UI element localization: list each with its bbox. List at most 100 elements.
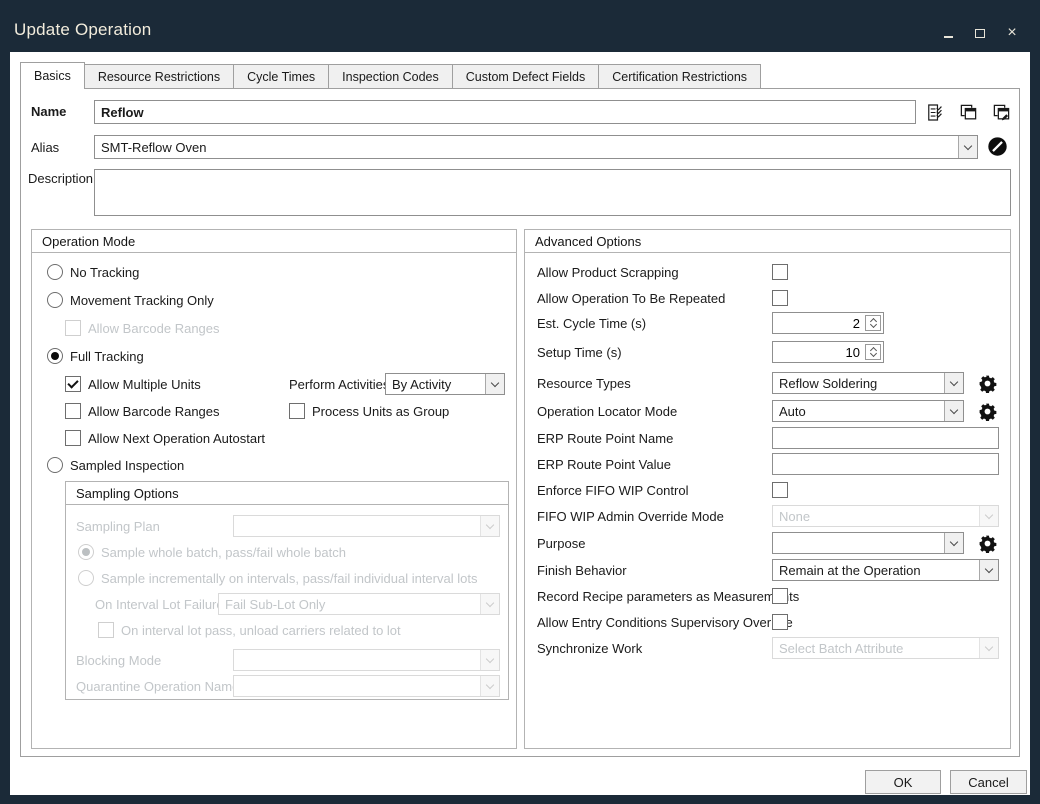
erp-route-point-name-input[interactable] <box>772 427 999 449</box>
checkbox-record-recipe-parameters[interactable] <box>772 588 788 604</box>
tab-certification-restrictions[interactable]: Certification Restrictions <box>598 64 761 89</box>
checkbox-process-units-as-group[interactable] <box>289 403 305 419</box>
synchronize-work-label: Synchronize Work <box>537 641 642 657</box>
copy-icon[interactable] <box>959 103 978 122</box>
allow-product-scrapping-label: Allow Product Scrapping <box>537 265 679 281</box>
setup-time-spinner[interactable] <box>772 341 884 363</box>
operation-locator-mode-dropdown-button[interactable] <box>944 401 963 421</box>
purpose-label: Purpose <box>537 536 585 552</box>
block-icon[interactable] <box>987 136 1008 157</box>
finish-behavior-label: Finish Behavior <box>537 563 627 579</box>
resource-types-label: Resource Types <box>537 376 631 392</box>
minimize-button[interactable] <box>938 24 958 42</box>
on-interval-lot-failure-combobox: Fail Sub-Lot Only <box>218 593 500 615</box>
checkbox-enforce-fifo-wip-control[interactable] <box>772 482 788 498</box>
tab-basics[interactable]: Basics <box>20 62 85 89</box>
chevron-down-icon <box>950 405 958 413</box>
perform-activities-combobox[interactable]: By Activity <box>385 373 505 395</box>
checkbox-allow-operation-to-be-repeated[interactable] <box>772 290 788 306</box>
fifo-wip-admin-override-mode-label: FIFO WIP Admin Override Mode <box>537 509 724 525</box>
gear-icon <box>978 402 997 421</box>
chevron-down-icon <box>486 598 494 606</box>
sampled-inspection-label: Sampled Inspection <box>70 458 184 474</box>
radio-sampled-inspection[interactable] <box>47 457 63 473</box>
synchronize-work-dropdown-button <box>979 638 998 658</box>
chevron-down-icon <box>950 377 958 385</box>
checkbox-allow-barcode-ranges[interactable] <box>65 403 81 419</box>
operation-locator-mode-combobox[interactable]: Auto <box>772 400 964 422</box>
description-label: Description <box>28 171 93 187</box>
checklist-icon[interactable] <box>926 103 945 122</box>
chevron-down-icon <box>950 537 958 545</box>
quarantine-operation-name-dropdown-button <box>480 676 499 696</box>
erp-route-point-value-input[interactable] <box>772 453 999 475</box>
purpose-value <box>773 533 944 553</box>
description-textarea[interactable] <box>94 169 1011 216</box>
window-title: Update Operation <box>14 20 151 40</box>
finish-behavior-dropdown-button[interactable] <box>979 560 998 580</box>
no-tracking-label: No Tracking <box>70 265 139 281</box>
tab-cycle-times[interactable]: Cycle Times <box>233 64 329 89</box>
sampling-plan-label: Sampling Plan <box>76 519 160 535</box>
alias-combobox[interactable]: SMT-Reflow Oven <box>94 135 978 159</box>
synchronize-work-placeholder: Select Batch Attribute <box>773 638 979 658</box>
chevron-down-icon <box>491 378 499 386</box>
chevron-down-icon <box>964 141 972 149</box>
tab-strip: Basics Resource Restrictions Cycle Times… <box>20 62 760 89</box>
checkbox-allow-next-operation-autostart[interactable] <box>65 430 81 446</box>
resource-types-value: Reflow Soldering <box>773 373 944 393</box>
perform-activities-label: Perform Activities <box>289 377 389 393</box>
maximize-button[interactable] <box>970 24 990 42</box>
radio-full-tracking[interactable] <box>47 348 63 364</box>
perform-activities-value: By Activity <box>386 374 485 394</box>
radio-movement-tracking-only[interactable] <box>47 292 63 308</box>
operation-mode-groupbox: Operation Mode No Tracking Movement Trac… <box>31 229 517 749</box>
purpose-settings-button[interactable] <box>978 534 997 553</box>
operation-mode-title: Operation Mode <box>32 230 516 253</box>
on-interval-lot-pass-label: On interval lot pass, unload carriers re… <box>121 623 401 639</box>
spinner-updown-icon[interactable] <box>865 344 881 360</box>
spinner-updown-icon[interactable] <box>865 315 881 331</box>
ok-button[interactable]: OK <box>865 770 941 794</box>
fifo-wip-admin-override-mode-dropdown-button <box>979 506 998 526</box>
synchronize-work-combobox: Select Batch Attribute <box>772 637 999 659</box>
allow-next-operation-autostart-label: Allow Next Operation Autostart <box>88 431 265 447</box>
window-controls: × <box>938 24 1022 42</box>
tab-resource-restrictions[interactable]: Resource Restrictions <box>84 64 234 89</box>
tab-inspection-codes[interactable]: Inspection Codes <box>328 64 453 89</box>
sampling-plan-dropdown-button <box>480 516 499 536</box>
chevron-down-icon <box>985 642 993 650</box>
allow-entry-conditions-override-label: Allow Entry Conditions Supervisory Overr… <box>537 615 793 631</box>
cancel-button[interactable]: Cancel <box>950 770 1027 794</box>
chevron-down-icon <box>486 654 494 662</box>
finish-behavior-value: Remain at the Operation <box>773 560 979 580</box>
copy-edit-icon[interactable] <box>992 103 1011 122</box>
resource-types-dropdown-button[interactable] <box>944 373 963 393</box>
purpose-combobox[interactable] <box>772 532 964 554</box>
finish-behavior-combobox[interactable]: Remain at the Operation <box>772 559 999 581</box>
sampling-options-title: Sampling Options <box>66 482 508 505</box>
setup-time-input[interactable] <box>773 344 865 361</box>
alias-dropdown-button[interactable] <box>958 136 977 158</box>
perform-activities-dropdown-button[interactable] <box>485 374 504 394</box>
blocking-mode-value <box>234 650 480 670</box>
alias-label: Alias <box>31 140 59 156</box>
checkbox-allow-multiple-units[interactable] <box>65 376 81 392</box>
setup-time-label: Setup Time (s) <box>537 345 622 361</box>
checkbox-allow-entry-conditions-override[interactable] <box>772 614 788 630</box>
purpose-dropdown-button[interactable] <box>944 533 963 553</box>
checkbox-allow-product-scrapping[interactable] <box>772 264 788 280</box>
close-button[interactable]: × <box>1002 24 1022 42</box>
est-cycle-time-input[interactable] <box>773 315 865 332</box>
radio-no-tracking[interactable] <box>47 264 63 280</box>
name-input[interactable] <box>94 100 916 124</box>
on-interval-lot-failure-label: On Interval Lot Failure <box>95 597 224 613</box>
record-recipe-parameters-label: Record Recipe parameters as Measurements <box>537 589 799 605</box>
resource-types-combobox[interactable]: Reflow Soldering <box>772 372 964 394</box>
movement-tracking-only-label: Movement Tracking Only <box>70 293 214 309</box>
resource-types-settings-button[interactable] <box>978 374 997 393</box>
est-cycle-time-spinner[interactable] <box>772 312 884 334</box>
operation-locator-mode-settings-button[interactable] <box>978 402 997 421</box>
tab-custom-defect-fields[interactable]: Custom Defect Fields <box>452 64 599 89</box>
sample-incrementally-label: Sample incrementally on intervals, pass/… <box>101 571 477 587</box>
